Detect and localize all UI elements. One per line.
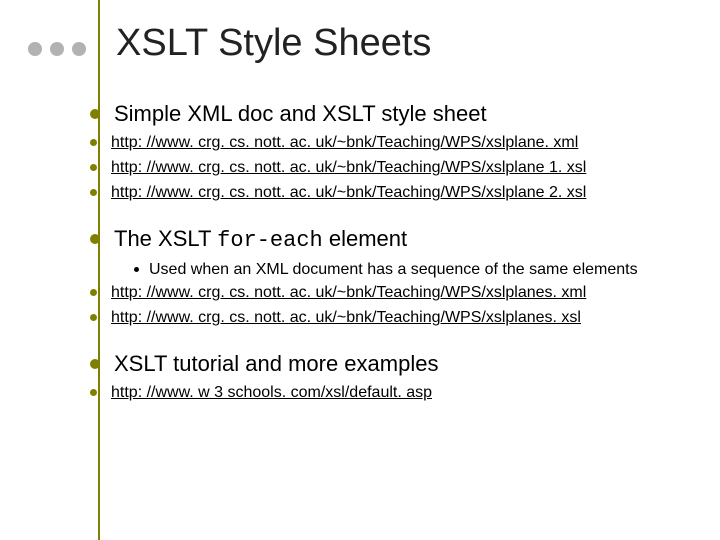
heading-text: element [323, 226, 407, 251]
slide-title: XSLT Style Sheets [116, 22, 431, 65]
bullet-icon [90, 234, 100, 244]
bullet-icon [90, 289, 97, 296]
bullet-icon [90, 109, 100, 119]
list-item: The XSLT for-each element [90, 225, 700, 255]
heading-text: The XSLT [114, 226, 217, 251]
list-item: http: //www. crg. cs. nott. ac. uk/~bnk/… [90, 132, 700, 153]
code-text: for-each [217, 228, 323, 253]
section-heading: XSLT tutorial and more examples [114, 350, 438, 378]
slide-body: Simple XML doc and XSLT style sheet http… [90, 100, 700, 407]
bullet-icon [90, 314, 97, 321]
bullet-icon [90, 139, 97, 146]
slide: XSLT Style Sheets Simple XML doc and XSL… [0, 0, 720, 540]
bullet-icon [90, 164, 97, 171]
list-item: XSLT tutorial and more examples [90, 350, 700, 378]
link[interactable]: http: //www. crg. cs. nott. ac. uk/~bnk/… [111, 182, 586, 203]
sub-list-item: Used when an XML document has a sequence… [134, 259, 700, 280]
link[interactable]: http: //www. crg. cs. nott. ac. uk/~bnk/… [111, 307, 581, 328]
section-heading: The XSLT for-each element [114, 225, 407, 255]
link[interactable]: http: //www. w 3 schools. com/xsl/defaul… [111, 382, 432, 403]
list-item: Simple XML doc and XSLT style sheet [90, 100, 700, 128]
bullet-icon [90, 189, 97, 196]
list-item: http: //www. w 3 schools. com/xsl/defaul… [90, 382, 700, 403]
list-item: http: //www. crg. cs. nott. ac. uk/~bnk/… [90, 157, 700, 178]
link[interactable]: http: //www. crg. cs. nott. ac. uk/~bnk/… [111, 157, 586, 178]
bullet-icon [90, 389, 97, 396]
list-item: http: //www. crg. cs. nott. ac. uk/~bnk/… [90, 182, 700, 203]
sub-text: Used when an XML document has a sequence… [149, 259, 638, 280]
decorative-dots [28, 42, 86, 56]
section-heading: Simple XML doc and XSLT style sheet [114, 100, 487, 128]
dot-icon [72, 42, 86, 56]
bullet-icon [90, 359, 100, 369]
dot-icon [50, 42, 64, 56]
link[interactable]: http: //www. crg. cs. nott. ac. uk/~bnk/… [111, 282, 586, 303]
link[interactable]: http: //www. crg. cs. nott. ac. uk/~bnk/… [111, 132, 578, 153]
sub-bullet-icon [134, 267, 139, 272]
list-item: http: //www. crg. cs. nott. ac. uk/~bnk/… [90, 307, 700, 328]
list-item: http: //www. crg. cs. nott. ac. uk/~bnk/… [90, 282, 700, 303]
dot-icon [28, 42, 42, 56]
